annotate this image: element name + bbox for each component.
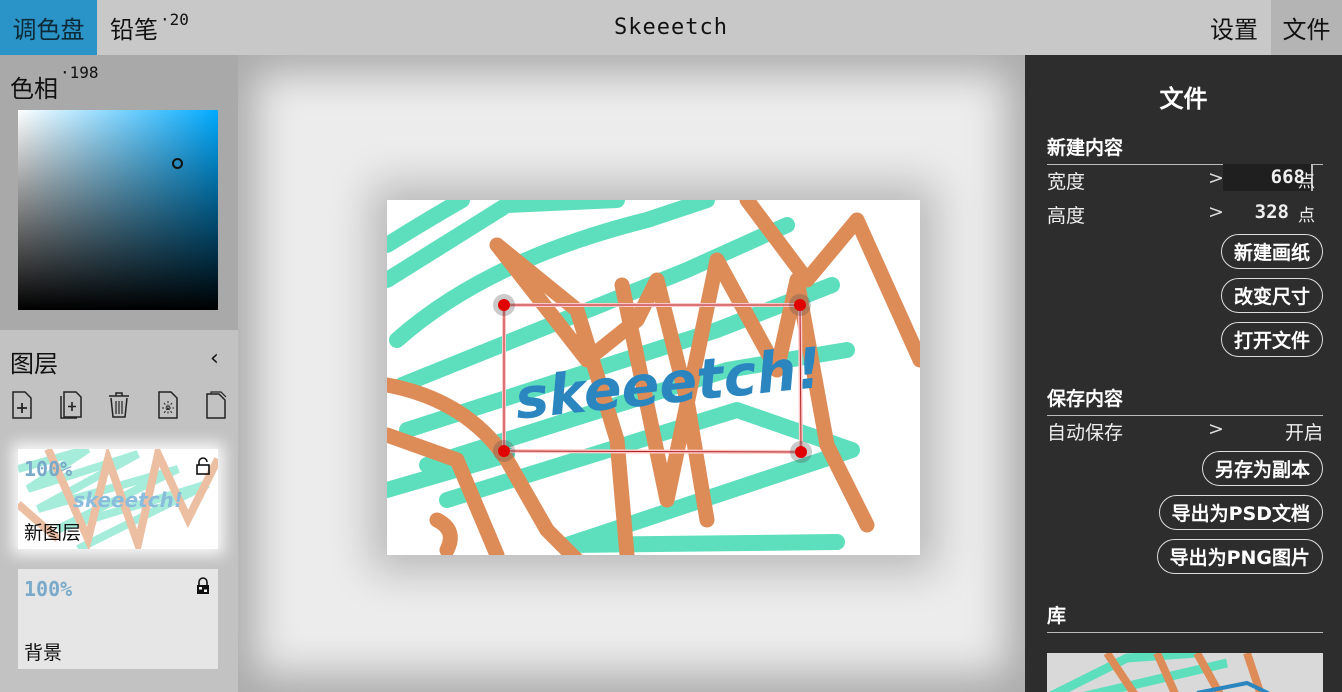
layer-opacity: 100% <box>24 457 73 481</box>
width-unit: 点 <box>1298 172 1315 192</box>
layer-item-new[interactable]: skeeetch! 100% 新图层 <box>18 449 218 549</box>
saturation-value-picker[interactable] <box>18 110 218 310</box>
export-png-button[interactable]: 导出为PNG图片 <box>1156 539 1323 574</box>
layers-panel: 图层 ‹ skeeetch! 100% 新图层 100% 背景 <box>0 330 238 692</box>
width-row: 宽度 > 668 点 <box>1047 164 1323 193</box>
new-section-title: 新建内容 <box>1047 133 1323 165</box>
app-title: Skeeetch <box>614 15 728 40</box>
hue-value: ·198 <box>60 63 99 82</box>
color-picker-cursor[interactable] <box>172 158 183 169</box>
lock-icon[interactable] <box>196 577 210 599</box>
chevron-right-icon: > <box>1208 418 1224 440</box>
tab-settings[interactable]: 设置 <box>1197 0 1271 55</box>
clear-icon[interactable] <box>154 390 182 420</box>
layers-title: 图层 <box>10 350 58 378</box>
height-row: 高度 > 328 点 <box>1047 201 1323 227</box>
layer-copy-icon[interactable] <box>202 390 230 420</box>
tab-palette[interactable]: 调色盘 <box>0 0 97 55</box>
chevron-right-icon: > <box>1208 167 1224 189</box>
file-panel-title: 文件 <box>1159 85 1208 113</box>
workspace[interactable]: skeeetch! <box>238 55 1025 692</box>
open-file-button[interactable]: 打开文件 <box>1220 322 1323 357</box>
autosave-row[interactable]: 自动保存 > 开启 <box>1047 418 1323 444</box>
width-label: 宽度 <box>1047 171 1086 193</box>
autosave-value: 开启 <box>1284 422 1323 444</box>
library-thumbnail <box>1048 653 1271 692</box>
drawing-canvas[interactable]: skeeetch! <box>387 200 920 555</box>
height-label: 高度 <box>1047 205 1086 227</box>
hue-text: 色相 <box>10 75 58 103</box>
hue-label[interactable]: 色相 ·198 <box>10 63 99 104</box>
save-section-title: 保存内容 <box>1047 384 1323 416</box>
resize-button[interactable]: 改变尺寸 <box>1220 278 1323 313</box>
pencil-size: ·20 <box>160 10 189 29</box>
export-psd-button[interactable]: 导出为PSD文档 <box>1158 495 1323 530</box>
new-canvas-button[interactable]: 新建画纸 <box>1220 234 1323 269</box>
delete-icon[interactable] <box>105 390 133 420</box>
layer-toolbar <box>8 390 230 420</box>
library-item[interactable] <box>1047 653 1323 692</box>
save-copy-button[interactable]: 另存为副本 <box>1201 451 1323 486</box>
color-panel: 色相 ·198 <box>0 55 238 330</box>
height-input[interactable]: 328 <box>1255 201 1289 223</box>
file-panel: 文件 新建内容 宽度 > 668 点 高度 > 328 点 新建画纸 改变尺寸 … <box>1025 55 1342 692</box>
canvas-artwork: skeeetch! <box>387 200 920 555</box>
layer-name: 背景 <box>24 642 63 664</box>
tab-file[interactable]: 文件 <box>1271 0 1342 55</box>
autosave-label: 自动保存 <box>1047 422 1124 444</box>
tab-pencil[interactable]: 铅笔 ·20 <box>110 0 189 55</box>
height-unit: 点 <box>1298 206 1315 226</box>
top-bar: 调色盘 铅笔 ·20 Skeeetch 设置 文件 <box>0 0 1342 55</box>
chevron-left-icon[interactable]: ‹ <box>210 346 219 371</box>
layer-item-background[interactable]: 100% 背景 <box>18 569 218 669</box>
new-group-icon[interactable] <box>57 390 85 420</box>
svg-text:skeeetch!: skeeetch! <box>73 488 183 512</box>
library-section-title: 库 <box>1047 601 1323 633</box>
pencil-label: 铅笔 <box>110 16 158 44</box>
new-layer-icon[interactable] <box>8 390 36 420</box>
unlocked-icon[interactable] <box>196 457 210 479</box>
layer-opacity: 100% <box>24 577 73 601</box>
layer-name: 新图层 <box>24 522 82 544</box>
chevron-right-icon: > <box>1208 201 1224 223</box>
